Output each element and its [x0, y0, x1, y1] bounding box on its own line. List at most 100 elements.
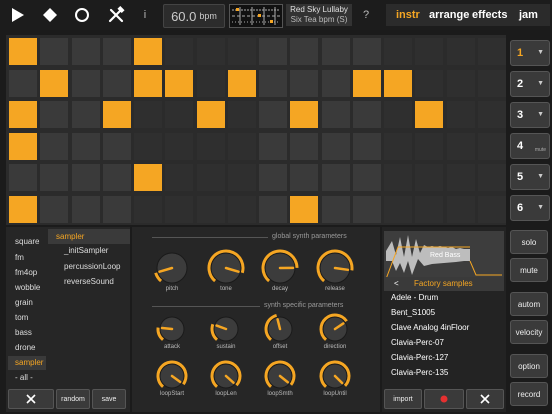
sample-item[interactable]: Adele - Drum: [391, 293, 438, 302]
step-cell[interactable]: [259, 38, 287, 65]
step-cell[interactable]: [196, 69, 225, 97]
step-cell[interactable]: [40, 132, 69, 160]
category-item[interactable]: wobble: [15, 283, 40, 292]
step-cell[interactable]: [384, 69, 412, 97]
loop-button[interactable]: [70, 0, 94, 30]
step-cell[interactable]: [102, 101, 131, 128]
stop-button[interactable]: [38, 0, 62, 30]
step-cell[interactable]: [9, 101, 37, 128]
step-cell[interactable]: [321, 132, 350, 160]
step-cell[interactable]: [165, 69, 194, 97]
step-cell[interactable]: [40, 38, 69, 65]
step-cell[interactable]: [134, 101, 162, 128]
step-cell[interactable]: [196, 38, 225, 65]
step-cell[interactable]: [9, 164, 37, 191]
knob-pitch[interactable]: [152, 248, 192, 288]
step-cell[interactable]: [259, 195, 287, 223]
step-cell[interactable]: [384, 132, 412, 160]
velocity-button[interactable]: velocity: [510, 320, 548, 344]
tab-instr[interactable]: instr: [396, 4, 420, 26]
step-cell[interactable]: [321, 101, 350, 128]
step-cell[interactable]: [102, 164, 131, 191]
step-cell[interactable]: [40, 164, 69, 191]
option-button[interactable]: option: [510, 354, 548, 378]
knob-sustain[interactable]: [209, 312, 243, 346]
step-cell[interactable]: [134, 38, 162, 65]
step-cell[interactable]: [384, 38, 412, 65]
step-cell[interactable]: [71, 38, 100, 65]
sample-item[interactable]: Bent_S1005: [391, 308, 435, 317]
tools-button[interactable]: [103, 0, 129, 30]
song-info[interactable]: Red Sky Lullaby Six Tea bpm (S): [286, 4, 352, 26]
category-item[interactable]: tom: [15, 313, 28, 322]
step-cell[interactable]: [259, 164, 287, 191]
step-cell[interactable]: [415, 164, 444, 191]
step-cell[interactable]: [102, 69, 131, 97]
step-cell[interactable]: [71, 164, 100, 191]
step-cell[interactable]: [71, 101, 100, 128]
step-cell[interactable]: [415, 38, 444, 65]
step-cell[interactable]: [477, 69, 506, 97]
preset-item[interactable]: _initSampler: [64, 246, 108, 255]
tab-arrange[interactable]: arrange: [429, 4, 469, 26]
step-cell[interactable]: [384, 101, 412, 128]
step-cell[interactable]: [352, 38, 381, 65]
channel-button-5[interactable]: 5 ▼: [510, 164, 550, 190]
step-cell[interactable]: [227, 69, 256, 97]
autom-button[interactable]: autom: [510, 292, 548, 316]
step-cell[interactable]: [477, 132, 506, 160]
step-cell[interactable]: [134, 69, 162, 97]
step-cell[interactable]: [165, 195, 194, 223]
solo-button[interactable]: solo: [510, 230, 548, 254]
category-item[interactable]: square: [15, 237, 39, 246]
knob-loopSmth[interactable]: [263, 359, 297, 393]
sample-item[interactable]: Clavia-Perc-135: [391, 368, 448, 377]
step-cell[interactable]: [321, 164, 350, 191]
step-cell[interactable]: [165, 164, 194, 191]
sample-item[interactable]: Clavia-Perc-127: [391, 353, 448, 362]
step-cell[interactable]: [446, 195, 475, 223]
preset-item[interactable]: percussionLoop: [64, 262, 120, 271]
close-button[interactable]: [8, 389, 54, 409]
step-cell[interactable]: [165, 132, 194, 160]
category-item[interactable]: grain: [15, 298, 33, 307]
step-cell[interactable]: [9, 195, 37, 223]
step-cell[interactable]: [446, 38, 475, 65]
step-cell[interactable]: [290, 101, 319, 128]
step-cell[interactable]: [415, 69, 444, 97]
step-cell[interactable]: [352, 101, 381, 128]
info-button[interactable]: i: [138, 0, 152, 30]
back-button[interactable]: <: [394, 279, 399, 288]
step-cell[interactable]: [9, 132, 37, 160]
step-cell[interactable]: [321, 38, 350, 65]
step-cell[interactable]: [165, 38, 194, 65]
record-mode-button[interactable]: record: [510, 382, 548, 406]
sample-item[interactable]: Clave Analog 4inFloor: [391, 323, 469, 332]
category-item-selected[interactable]: sampler: [8, 356, 46, 370]
step-cell[interactable]: [352, 195, 381, 223]
step-cell[interactable]: [102, 132, 131, 160]
step-cell[interactable]: [477, 195, 506, 223]
step-cell[interactable]: [446, 69, 475, 97]
step-cell[interactable]: [71, 132, 100, 160]
step-cell[interactable]: [415, 101, 444, 128]
record-sample-button[interactable]: [424, 389, 464, 409]
step-cell[interactable]: [446, 132, 475, 160]
channel-button-2[interactable]: 2 ▼: [510, 71, 550, 97]
step-cell[interactable]: [134, 132, 162, 160]
close-samples-button[interactable]: [466, 389, 504, 409]
mute-button[interactable]: mute: [510, 258, 548, 282]
step-cell[interactable]: [259, 101, 287, 128]
step-cell[interactable]: [40, 101, 69, 128]
preset-item[interactable]: reverseSound: [64, 277, 114, 286]
step-cell[interactable]: [321, 69, 350, 97]
step-cell[interactable]: [352, 164, 381, 191]
step-cell[interactable]: [290, 164, 319, 191]
step-cell[interactable]: [477, 164, 506, 191]
step-cell[interactable]: [290, 38, 319, 65]
help-button[interactable]: ?: [360, 0, 372, 30]
knob-tone[interactable]: [206, 248, 246, 288]
knob-offset[interactable]: [263, 312, 297, 346]
step-cell[interactable]: [227, 38, 256, 65]
channel-button-4[interactable]: 4 mute: [510, 133, 550, 159]
